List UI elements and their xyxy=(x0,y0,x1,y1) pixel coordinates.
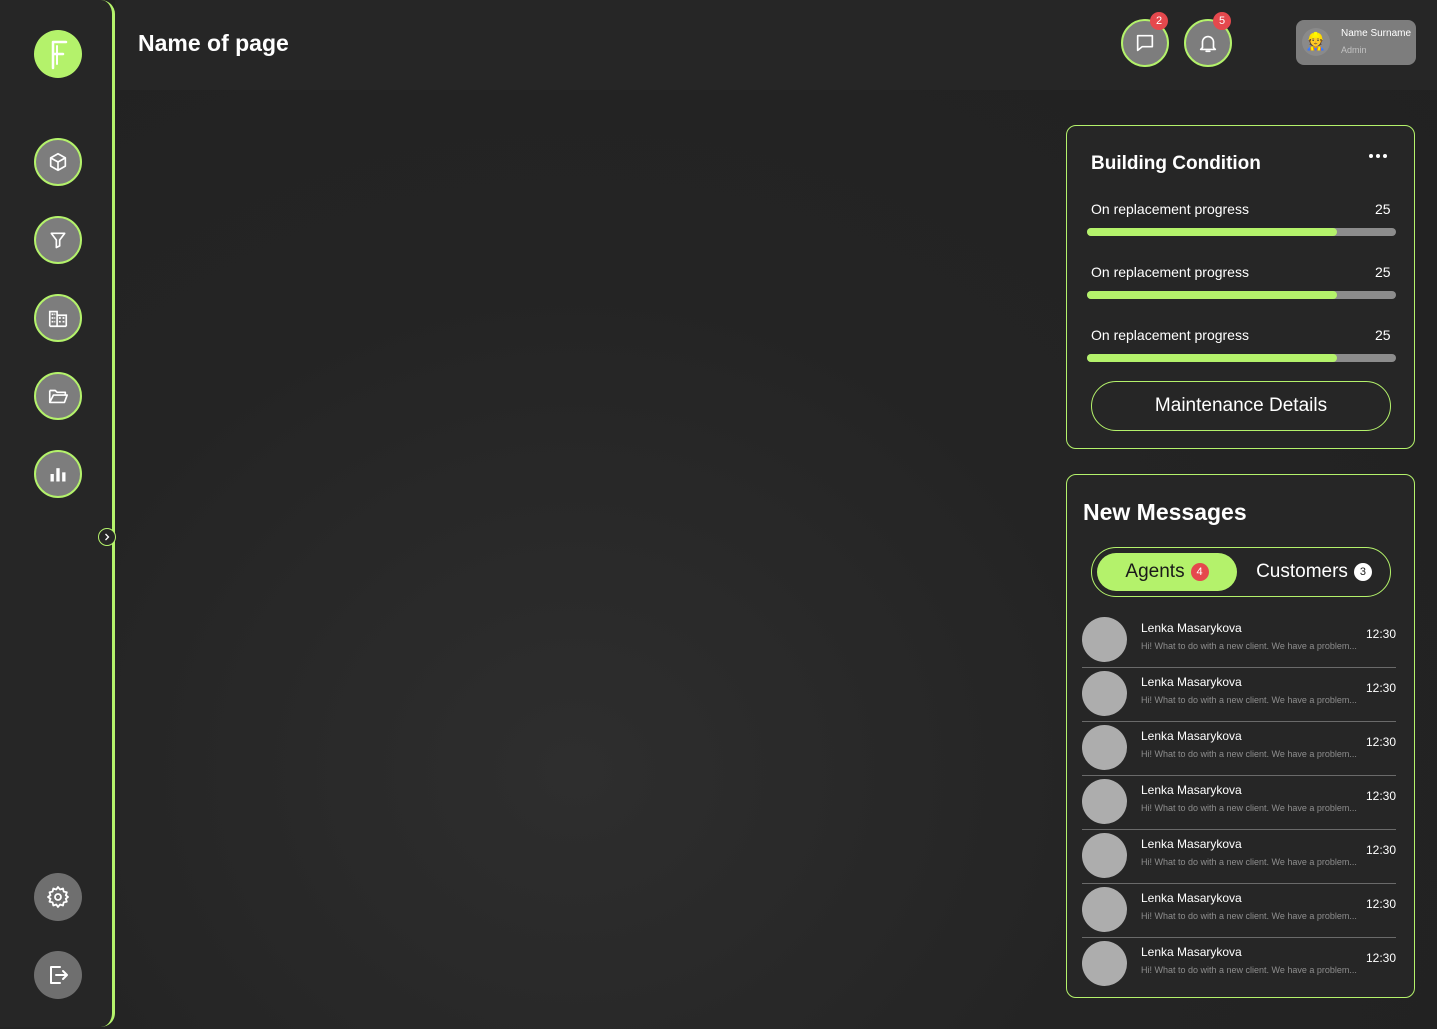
message-time: 12:30 xyxy=(1365,897,1396,911)
sender-name: Lenka Masarykova xyxy=(1141,729,1242,743)
new-messages-card: New Messages Agents 4 Customers 3 Lenka … xyxy=(1066,474,1415,998)
user-name: Name Surname xyxy=(1341,28,1412,39)
progress-label: On replacement progress xyxy=(1091,264,1249,280)
messages-badge: 2 xyxy=(1150,12,1168,30)
avatar xyxy=(1082,941,1127,986)
message-preview: Hi! What to do with a new client. We hav… xyxy=(1141,695,1357,705)
progress-fill xyxy=(1087,228,1338,236)
top-header xyxy=(115,0,1437,90)
more-options-icon[interactable] xyxy=(1369,154,1387,158)
message-time: 12:30 xyxy=(1365,627,1396,641)
sender-name: Lenka Masarykova xyxy=(1141,675,1242,689)
maintenance-details-button[interactable]: Maintenance Details xyxy=(1091,381,1391,431)
building-condition-title: Building Condition xyxy=(1091,153,1261,174)
message-preview: Hi! What to do with a new client. We hav… xyxy=(1141,911,1357,921)
avatar: 👷 xyxy=(1302,28,1330,56)
sidebar-item-analytics[interactable] xyxy=(34,450,82,498)
building-condition-card: Building Condition On replacement progre… xyxy=(1066,125,1415,449)
app-logo[interactable] xyxy=(34,30,82,78)
avatar xyxy=(1082,779,1127,824)
tab-customers[interactable]: Customers 3 xyxy=(1242,553,1386,591)
tab-label: Customers xyxy=(1256,561,1348,582)
sidebar-item-settings[interactable] xyxy=(34,873,82,921)
message-item[interactable]: Lenka Masarykova 12:30 Hi! What to do wi… xyxy=(1082,937,1396,991)
messages-button[interactable]: 2 xyxy=(1121,12,1169,67)
message-preview: Hi! What to do with a new client. We hav… xyxy=(1141,803,1357,813)
avatar xyxy=(1082,671,1127,716)
user-role: Admin xyxy=(1341,45,1367,55)
progress-value: 25 xyxy=(1375,327,1391,343)
sidebar-collapse-button[interactable] xyxy=(98,528,116,546)
sidebar-item-buildings[interactable] xyxy=(34,294,82,342)
tab-label: Agents xyxy=(1125,561,1185,582)
avatar xyxy=(1082,617,1127,662)
message-time: 12:30 xyxy=(1365,681,1396,695)
filter-icon xyxy=(50,232,66,249)
message-item[interactable]: Lenka Masarykova 12:30 Hi! What to do wi… xyxy=(1082,667,1396,722)
message-item[interactable]: Lenka Masarykova 12:30 Hi! What to do wi… xyxy=(1082,883,1396,938)
sidebar-item-logout[interactable] xyxy=(34,951,82,999)
sidebar-item-folder[interactable] xyxy=(34,372,82,420)
sidebar-item-cube[interactable] xyxy=(34,138,82,186)
message-time: 12:30 xyxy=(1365,951,1396,965)
progress-value: 25 xyxy=(1375,201,1391,217)
progress-fill xyxy=(1087,291,1338,299)
notifications-badge: 5 xyxy=(1213,12,1231,30)
message-item[interactable]: Lenka Masarykova 12:30 Hi! What to do wi… xyxy=(1082,721,1396,776)
new-messages-title: New Messages xyxy=(1083,499,1247,525)
chevron-right-icon xyxy=(105,533,110,541)
gear-icon xyxy=(47,886,69,908)
message-item[interactable]: Lenka Masarykova 12:30 Hi! What to do wi… xyxy=(1082,829,1396,884)
logo-icon xyxy=(51,40,68,70)
folder-icon xyxy=(48,389,68,404)
sender-name: Lenka Masarykova xyxy=(1141,945,1242,959)
progress-value: 25 xyxy=(1375,264,1391,280)
notifications-button[interactable]: 5 xyxy=(1184,12,1232,67)
message-preview: Hi! What to do with a new client. We hav… xyxy=(1141,965,1357,975)
tab-agents[interactable]: Agents 4 xyxy=(1097,553,1237,591)
message-preview: Hi! What to do with a new client. We hav… xyxy=(1141,641,1357,651)
message-item[interactable]: Lenka Masarykova 12:30 Hi! What to do wi… xyxy=(1082,775,1396,830)
progress-label: On replacement progress xyxy=(1091,201,1249,217)
message-time: 12:30 xyxy=(1365,735,1396,749)
progress-fill xyxy=(1087,354,1338,362)
user-menu[interactable]: 👷 Name Surname Admin xyxy=(1296,20,1416,65)
sidebar-item-filter[interactable] xyxy=(34,216,82,264)
avatar xyxy=(1082,725,1127,770)
sender-name: Lenka Masarykova xyxy=(1141,891,1242,905)
bar-chart-icon xyxy=(50,468,66,482)
cube-icon xyxy=(49,152,67,172)
avatar xyxy=(1082,887,1127,932)
logout-icon xyxy=(50,966,68,984)
sender-name: Lenka Masarykova xyxy=(1141,783,1242,797)
message-tabs: Agents 4 Customers 3 xyxy=(1091,547,1391,597)
progress-bar xyxy=(1087,291,1396,299)
chat-icon xyxy=(1136,34,1154,52)
message-preview: Hi! What to do with a new client. We hav… xyxy=(1141,749,1357,759)
customers-count-badge: 3 xyxy=(1353,563,1372,581)
sender-name: Lenka Masarykova xyxy=(1141,621,1242,635)
avatar xyxy=(1082,833,1127,878)
agents-count-badge: 4 xyxy=(1190,563,1209,581)
progress-bar xyxy=(1087,228,1396,236)
message-item[interactable]: Lenka Masarykova 12:30 Hi! What to do wi… xyxy=(1082,613,1396,668)
progress-bar xyxy=(1087,354,1396,362)
page-title: Name of page xyxy=(138,30,289,56)
building-icon xyxy=(48,310,68,328)
progress-label: On replacement progress xyxy=(1091,327,1249,343)
message-preview: Hi! What to do with a new client. We hav… xyxy=(1141,857,1357,867)
message-time: 12:30 xyxy=(1365,843,1396,857)
bell-icon xyxy=(1199,35,1217,53)
message-time: 12:30 xyxy=(1365,789,1396,803)
sender-name: Lenka Masarykova xyxy=(1141,837,1242,851)
